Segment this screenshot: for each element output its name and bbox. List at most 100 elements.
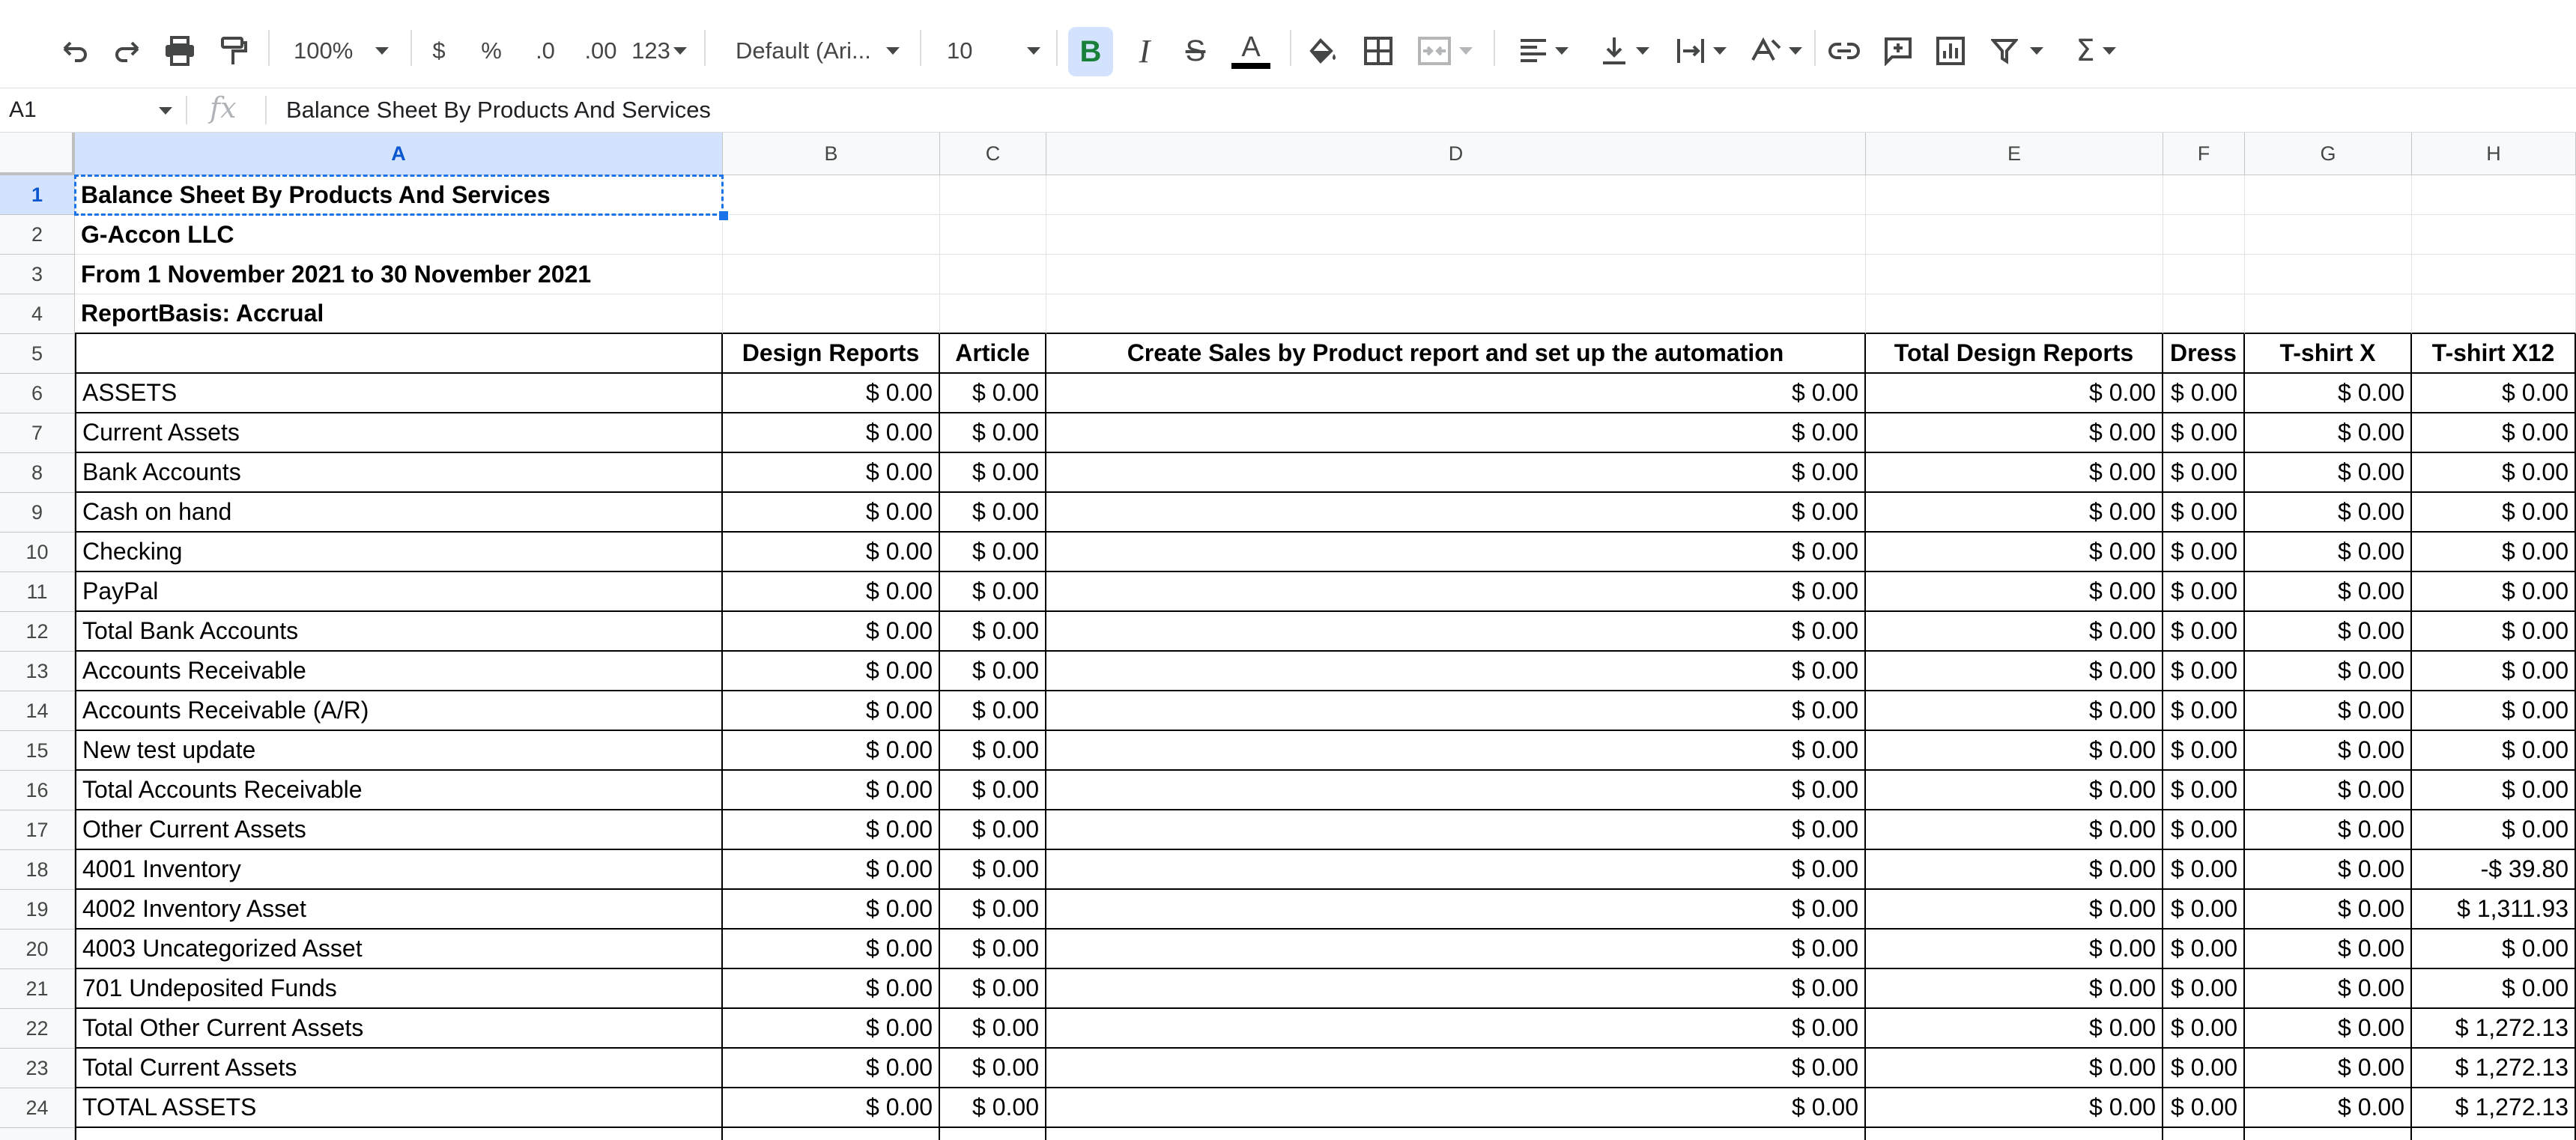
column-header-b[interactable]: B xyxy=(723,133,940,175)
font-size-dropdown-icon[interactable] xyxy=(1020,21,1047,81)
amount-cell[interactable]: $ 0.00 xyxy=(2412,652,2576,691)
column-header-h[interactable]: H xyxy=(2412,133,2576,175)
comment-icon[interactable] xyxy=(1877,21,1919,81)
row-header[interactable]: 21 xyxy=(0,969,75,1009)
amount-cell[interactable]: $ 0.00 xyxy=(1046,572,1866,612)
zoom-dropdown-icon[interactable] xyxy=(369,21,396,81)
amount-cell[interactable]: $ 0.00 xyxy=(723,810,940,850)
column-title-cell[interactable]: T-shirt X xyxy=(2245,334,2412,374)
amount-cell[interactable]: $ 0.00 xyxy=(1046,1009,1866,1049)
row-header[interactable]: 4 xyxy=(0,294,75,334)
amount-cell[interactable]: $ 0.00 xyxy=(1046,374,1866,413)
cell-e1[interactable] xyxy=(1866,175,2163,215)
cell-g3[interactable] xyxy=(2245,255,2412,294)
amount-cell[interactable]: $ 0.00 xyxy=(2412,612,2576,652)
cell-c1[interactable] xyxy=(940,175,1046,215)
amount-cell[interactable]: $ 0.00 xyxy=(723,1088,940,1128)
cell-d3[interactable] xyxy=(1046,255,1866,294)
cell-e2[interactable] xyxy=(1866,215,2163,255)
amount-cell[interactable]: $ 0.00 xyxy=(2245,572,2412,612)
amount-cell[interactable]: $ 0.00 xyxy=(1046,731,1866,771)
amount-cell[interactable]: $ 0.00 xyxy=(1046,969,1866,1009)
amount-cell[interactable]: $ 0.00 xyxy=(1866,612,2163,652)
account-label-cell[interactable]: 4003 Uncategorized Asset xyxy=(75,930,723,969)
amount-cell[interactable]: $ 0.00 xyxy=(1866,969,2163,1009)
amount-cell[interactable]: $ 0.00 xyxy=(1866,771,2163,810)
strikethrough-icon[interactable]: S xyxy=(1175,21,1216,81)
cell-f25[interactable] xyxy=(2163,1128,2245,1140)
amount-cell[interactable]: $ 0.00 xyxy=(2163,1009,2245,1049)
row-header[interactable]: 22 xyxy=(0,1009,75,1049)
amount-cell[interactable]: $ 0.00 xyxy=(2245,374,2412,413)
account-label-cell[interactable]: Total Bank Accounts xyxy=(75,612,723,652)
amount-cell[interactable]: $ 0.00 xyxy=(940,374,1046,413)
amount-cell[interactable]: $ 0.00 xyxy=(2163,374,2245,413)
zoom-select[interactable]: 100% xyxy=(294,21,353,81)
amount-cell[interactable]: $ 0.00 xyxy=(2245,890,2412,930)
amount-cell[interactable]: $ 0.00 xyxy=(2245,1088,2412,1128)
amount-cell[interactable]: $ 0.00 xyxy=(723,850,940,890)
row-header[interactable]: 23 xyxy=(0,1049,75,1088)
amount-cell[interactable]: $ 0.00 xyxy=(2163,1088,2245,1128)
row-header[interactable]: 19 xyxy=(0,890,75,930)
amount-cell[interactable]: $ 0.00 xyxy=(940,493,1046,533)
row-header[interactable]: 5 xyxy=(0,334,75,374)
amount-cell[interactable]: $ 0.00 xyxy=(1866,652,2163,691)
amount-cell[interactable]: $ 0.00 xyxy=(1866,1088,2163,1128)
borders-icon[interactable] xyxy=(1357,21,1399,81)
amount-cell[interactable]: $ 0.00 xyxy=(723,652,940,691)
amount-cell[interactable]: $ 0.00 xyxy=(940,413,1046,453)
row-header[interactable]: 17 xyxy=(0,810,75,850)
cell-f2[interactable] xyxy=(2163,215,2245,255)
cell-c2[interactable] xyxy=(940,215,1046,255)
amount-cell[interactable]: $ 0.00 xyxy=(723,930,940,969)
account-label-cell[interactable]: ASSETS xyxy=(75,374,723,413)
amount-cell[interactable]: $ 0.00 xyxy=(2245,1049,2412,1088)
amount-cell[interactable]: $ 0.00 xyxy=(2245,1009,2412,1049)
filter-icon[interactable] xyxy=(1983,21,2051,81)
cell-e25[interactable] xyxy=(1866,1128,2163,1140)
cell-g2[interactable] xyxy=(2245,215,2412,255)
row-header[interactable]: 2 xyxy=(0,215,75,255)
row-header[interactable]: 15 xyxy=(0,731,75,771)
cell-b2[interactable] xyxy=(723,215,940,255)
cell-b25[interactable] xyxy=(723,1128,940,1140)
amount-cell[interactable]: $ 0.00 xyxy=(723,374,940,413)
amount-cell[interactable]: $ 0.00 xyxy=(2412,533,2576,572)
paint-format-icon[interactable] xyxy=(213,21,255,81)
amount-cell[interactable]: $ 0.00 xyxy=(1866,1009,2163,1049)
amount-cell[interactable]: $ 0.00 xyxy=(2412,413,2576,453)
amount-cell[interactable]: $ 0.00 xyxy=(2412,453,2576,493)
amount-cell[interactable]: $ 0.00 xyxy=(2245,731,2412,771)
row-header[interactable]: 10 xyxy=(0,533,75,572)
amount-cell[interactable]: $ 0.00 xyxy=(940,731,1046,771)
amount-cell[interactable]: $ 0.00 xyxy=(2245,612,2412,652)
amount-cell[interactable]: $ 0.00 xyxy=(940,771,1046,810)
amount-cell[interactable]: $ 0.00 xyxy=(1046,810,1866,850)
cell-h3[interactable] xyxy=(2412,255,2576,294)
amount-cell[interactable]: $ 0.00 xyxy=(2163,413,2245,453)
redo-icon[interactable] xyxy=(106,21,148,81)
cell-e4[interactable] xyxy=(1866,294,2163,334)
row-header[interactable]: 13 xyxy=(0,652,75,691)
amount-cell[interactable]: $ 0.00 xyxy=(1046,533,1866,572)
amount-cell[interactable]: $ 0.00 xyxy=(1866,533,2163,572)
cell-f1[interactable] xyxy=(2163,175,2245,215)
report-title-cell[interactable]: ReportBasis: Accrual xyxy=(75,294,723,334)
amount-cell[interactable]: $ 0.00 xyxy=(2412,691,2576,731)
link-icon[interactable] xyxy=(1823,21,1865,81)
cell-c3[interactable] xyxy=(940,255,1046,294)
column-header-f[interactable]: F xyxy=(2163,133,2245,175)
amount-cell[interactable]: $ 0.00 xyxy=(2245,413,2412,453)
row-header[interactable]: 18 xyxy=(0,850,75,890)
amount-cell[interactable]: $ 0.00 xyxy=(940,1049,1046,1088)
amount-cell[interactable]: $ 0.00 xyxy=(1866,930,2163,969)
cell-g4[interactable] xyxy=(2245,294,2412,334)
row-header[interactable]: 12 xyxy=(0,612,75,652)
row-header[interactable]: 3 xyxy=(0,255,75,294)
amount-cell[interactable]: $ 0.00 xyxy=(2163,1049,2245,1088)
column-title-cell[interactable]: Create Sales by Product report and set u… xyxy=(1046,334,1866,374)
amount-cell[interactable]: $ 0.00 xyxy=(940,652,1046,691)
text-wrap-icon[interactable] xyxy=(1667,21,1735,81)
cell-b3[interactable] xyxy=(723,255,940,294)
